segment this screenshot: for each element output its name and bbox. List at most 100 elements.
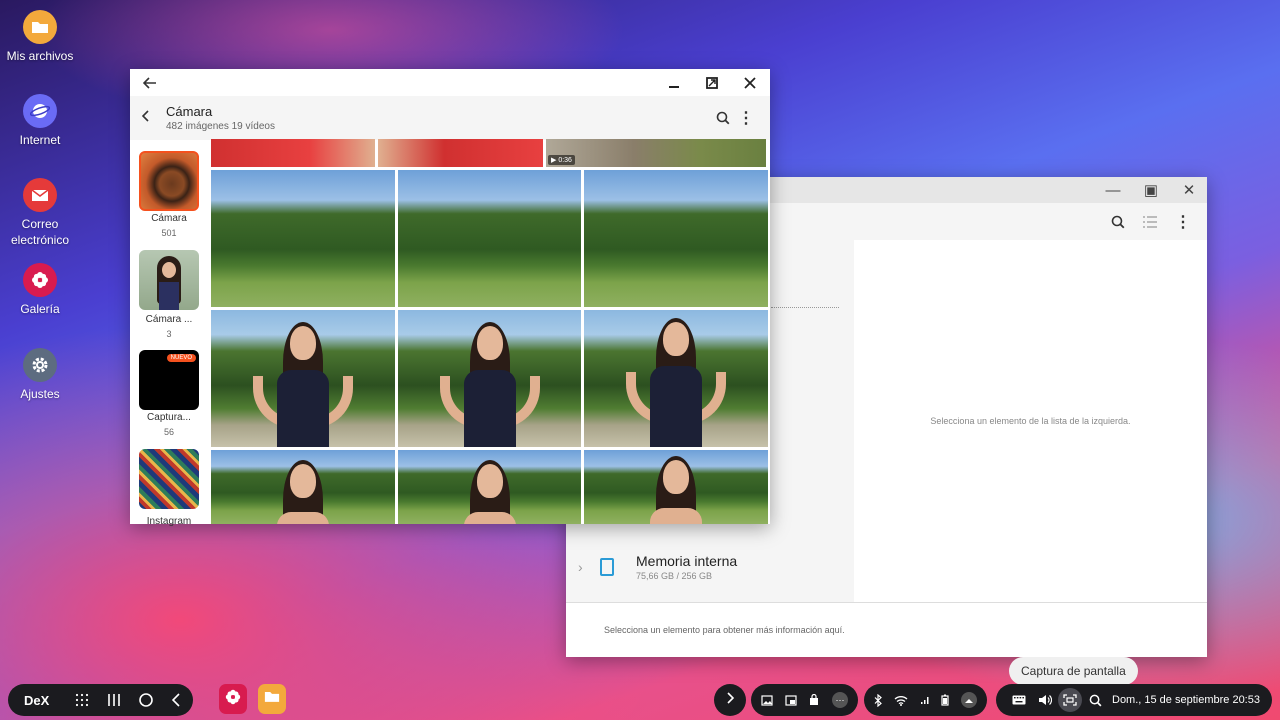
folder-icon xyxy=(23,10,57,44)
gallery-header: Cámara 482 imágenes 19 vídeos ⋮ xyxy=(130,96,770,140)
search-icon[interactable] xyxy=(1082,694,1108,707)
more-options-icon[interactable]: ⋮ xyxy=(738,108,754,128)
desktop-icon-label: Ajustes xyxy=(20,387,60,401)
more-notifications-icon[interactable]: ⋯ xyxy=(831,692,848,708)
close-icon[interactable] xyxy=(742,75,758,91)
photo-thumbnail[interactable] xyxy=(398,310,581,447)
storage-size: 75,66 GB / 256 GB xyxy=(636,571,713,581)
flower-icon xyxy=(23,263,57,297)
desktop-icon-settings[interactable]: Ajustes xyxy=(0,348,80,402)
album-thumbnail xyxy=(139,151,199,211)
minimize-icon[interactable]: — xyxy=(1105,182,1121,199)
desktop-icon-label: Correo electrónico xyxy=(10,217,70,247)
chevron-right-icon: › xyxy=(578,559,583,575)
window-titlebar[interactable] xyxy=(130,69,770,96)
video-duration: ▶ 0:36 xyxy=(548,155,575,165)
chevron-left-icon[interactable] xyxy=(141,109,162,127)
album-name: Cámara ... xyxy=(145,314,193,325)
storage-item[interactable]: › Memoria interna 75,66 GB / 256 GB xyxy=(578,553,737,581)
files-footer: Selecciona un elemento para obtener más … xyxy=(566,602,1207,657)
system-tray: Dom., 15 de septiembre 20:53 xyxy=(996,684,1272,716)
page-title: Cámara xyxy=(166,104,213,119)
my-files-taskbar-app[interactable] xyxy=(258,684,286,714)
placeholder-text: Selecciona un elemento de la lista de la… xyxy=(930,416,1131,426)
volume-icon[interactable] xyxy=(1032,694,1058,706)
album-thumbnail: NUEVO xyxy=(139,350,199,410)
photo-thumbnail[interactable] xyxy=(398,170,581,307)
photo-thumbnail[interactable] xyxy=(584,310,768,447)
album-item[interactable]: Instagram xyxy=(139,449,199,527)
storage-name: Memoria interna xyxy=(636,553,738,569)
gallery-window: Cámara 482 imágenes 19 vídeos ⋮ Cámara 5… xyxy=(130,69,770,527)
chevron-up-icon[interactable] xyxy=(961,692,977,708)
desktop-icon-my-files[interactable]: Mis archivos xyxy=(0,10,80,64)
recents-icon[interactable] xyxy=(98,693,130,707)
back-arrow-icon[interactable] xyxy=(142,75,158,91)
album-name: Instagram xyxy=(146,516,192,527)
store-icon[interactable] xyxy=(808,694,820,706)
image-icon[interactable] xyxy=(761,694,773,706)
desktop-icon-label: Mis archivos xyxy=(6,49,74,63)
photo-thumbnail[interactable] xyxy=(211,450,395,524)
battery-icon[interactable] xyxy=(941,694,949,706)
desktop-icon-email[interactable]: Correo electrónico xyxy=(0,178,80,248)
signal-icon[interactable] xyxy=(920,695,930,705)
screenshot-icon[interactable] xyxy=(1058,688,1082,712)
internet-icon xyxy=(23,94,57,128)
photo-grid: ▶ 0:36 xyxy=(211,139,769,524)
album-count: 501 xyxy=(161,228,177,238)
photo-thumbnail[interactable] xyxy=(398,450,581,524)
album-count: 3 xyxy=(166,329,172,339)
notification-tray: ⋯ xyxy=(751,684,858,716)
home-icon[interactable] xyxy=(130,693,162,707)
album-count: 56 xyxy=(163,427,174,437)
album-item[interactable]: Cámara 501 xyxy=(139,151,199,238)
minimize-icon[interactable] xyxy=(666,75,682,91)
bluetooth-icon[interactable] xyxy=(874,693,882,707)
photo-thumbnail[interactable] xyxy=(378,139,543,167)
wifi-icon[interactable] xyxy=(894,695,908,706)
status-tray xyxy=(864,684,987,716)
album-thumbnail xyxy=(139,449,199,509)
expand-tray-button[interactable] xyxy=(714,684,746,716)
photo-thumbnail[interactable] xyxy=(211,310,395,447)
media-count: 482 imágenes 19 vídeos xyxy=(166,121,275,132)
taskbar-nav: DeX xyxy=(8,684,193,716)
tooltip: Captura de pantalla xyxy=(1009,657,1138,685)
screenshot-notification-icon[interactable] xyxy=(785,694,797,706)
maximize-icon[interactable]: ▣ xyxy=(1143,182,1159,199)
close-icon[interactable]: ✕ xyxy=(1181,182,1197,199)
list-view-icon[interactable] xyxy=(1143,215,1157,228)
apps-grid-icon[interactable] xyxy=(66,693,98,707)
photo-thumbnail[interactable] xyxy=(584,170,768,307)
mail-icon xyxy=(23,178,57,212)
keyboard-icon[interactable] xyxy=(1006,695,1032,705)
video-thumbnail[interactable]: ▶ 0:36 xyxy=(546,139,766,167)
desktop-icon-label: Galería xyxy=(20,302,60,316)
more-options-icon[interactable]: ⋮ xyxy=(1175,212,1191,232)
new-badge: NUEVO xyxy=(166,354,196,362)
desktop-icon-gallery[interactable]: Galería xyxy=(0,263,80,317)
desktop-icon-label: Internet xyxy=(19,133,61,147)
album-item[interactable]: NUEVO Captura... 56 xyxy=(139,350,199,437)
search-icon[interactable] xyxy=(716,111,730,130)
back-icon[interactable] xyxy=(162,693,190,707)
album-name: Captura... xyxy=(147,412,191,423)
photo-thumbnail[interactable] xyxy=(211,170,395,307)
gear-icon xyxy=(23,348,57,382)
flower-icon xyxy=(224,688,242,711)
desktop-icon-internet[interactable]: Internet xyxy=(0,94,80,148)
search-icon[interactable] xyxy=(1111,215,1125,229)
divider xyxy=(771,307,839,308)
photo-thumbnail[interactable] xyxy=(211,139,375,167)
date-time[interactable]: Dom., 15 de septiembre 20:53 xyxy=(1112,694,1260,706)
phone-icon xyxy=(600,558,614,576)
gallery-taskbar-app[interactable] xyxy=(219,684,247,714)
dex-button[interactable]: DeX xyxy=(24,693,66,708)
album-name: Cámara xyxy=(151,213,187,224)
album-item[interactable]: Cámara ... 3 xyxy=(139,250,199,339)
maximize-icon[interactable] xyxy=(704,75,720,91)
album-thumbnail xyxy=(139,250,199,310)
photo-thumbnail[interactable] xyxy=(584,450,768,524)
files-detail-pane: Selecciona un elemento de la lista de la… xyxy=(854,240,1207,602)
